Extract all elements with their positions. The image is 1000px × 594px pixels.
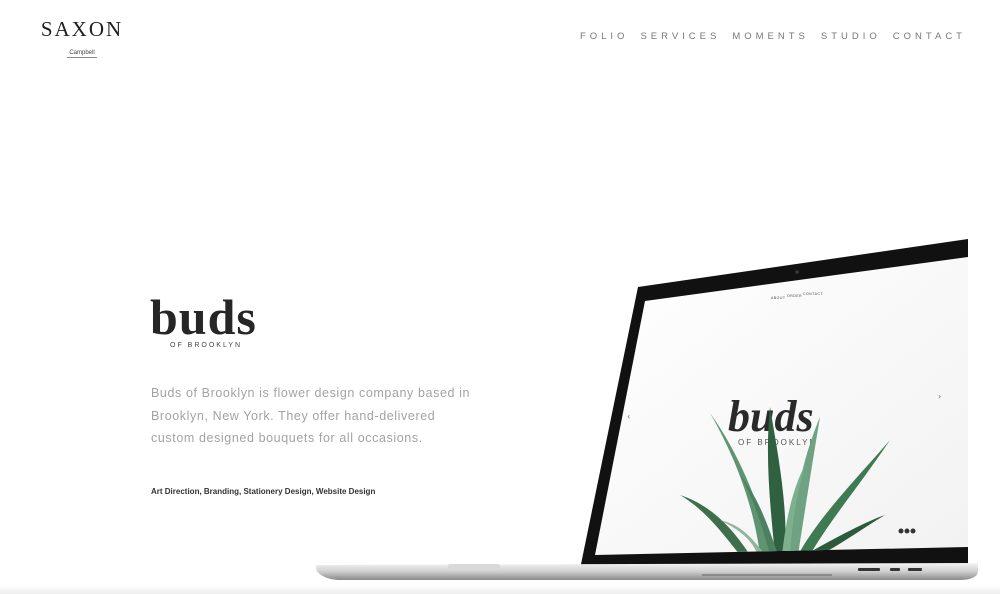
laptop-mockup-image: ABOUT ORDER CONTACT ‹ › buds OF BROOKLYN [316, 239, 978, 580]
laptop-port-bar [702, 574, 832, 576]
nav-moments[interactable]: MOMENTS [732, 31, 809, 42]
screen-arrow-left-icon: ‹ [627, 412, 630, 421]
nav-services[interactable]: SERVICES [640, 31, 720, 42]
screen-logo-sub: OF BROOKLYN [738, 438, 817, 447]
screen-nav-about: ABOUT [771, 296, 786, 300]
laptop-port [908, 568, 922, 571]
screen-nav-contact: CONTACT [803, 292, 824, 296]
nav-studio[interactable]: STUDIO [821, 31, 881, 42]
project-title: buds [150, 289, 257, 345]
laptop-base [316, 563, 978, 580]
nav-folio[interactable]: FOLIO [580, 31, 629, 42]
logo-subtitle: Campbell [67, 50, 97, 58]
screen-nav-order: ORDER [787, 294, 802, 298]
logo[interactable]: SAXON Campbell [39, 17, 125, 59]
screen-social-icon [904, 528, 910, 534]
laptop-base-notch [448, 564, 500, 569]
laptop-port [858, 568, 880, 571]
laptop-camera [795, 270, 799, 274]
project-brand: buds OF BROOKLYN [150, 290, 257, 349]
screen-social-icon [910, 528, 916, 534]
bottom-edge-shadow [0, 586, 1000, 594]
screen-social-icon [898, 528, 904, 534]
logo-title: SAXON [40, 17, 124, 41]
laptop-port [890, 568, 900, 571]
screen-arrow-right-icon: › [938, 392, 941, 401]
main-nav: FOLIO SERVICES MOMENTS STUDIO CONTACT [580, 31, 966, 42]
nav-contact[interactable]: CONTACT [893, 31, 966, 42]
